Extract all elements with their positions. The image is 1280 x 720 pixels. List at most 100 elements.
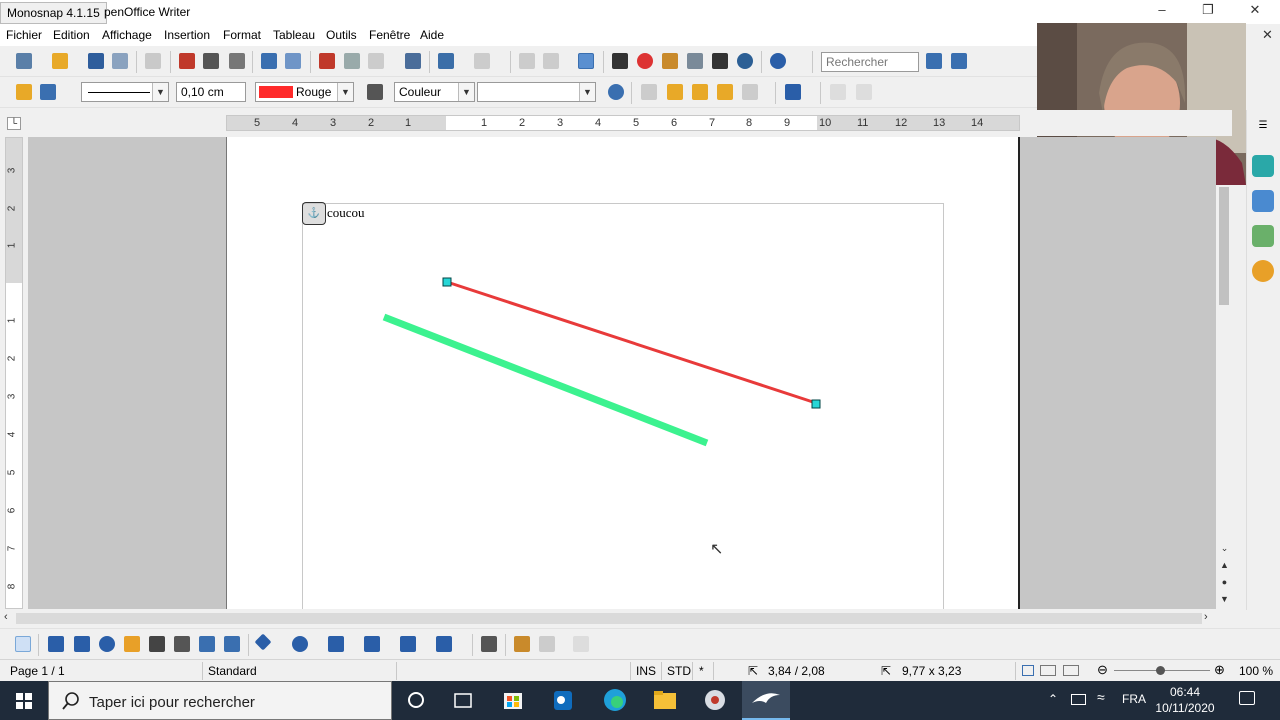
- freeform-icon[interactable]: [124, 636, 140, 652]
- spellcheck-icon[interactable]: [261, 53, 277, 69]
- menu-tableau[interactable]: Tableau: [273, 28, 315, 42]
- cut-icon[interactable]: [319, 53, 335, 69]
- selection-handle-start[interactable]: [442, 277, 452, 287]
- copy-icon[interactable]: [344, 53, 360, 69]
- anchor-icon[interactable]: [785, 84, 801, 100]
- ungroup-icon[interactable]: [856, 84, 872, 100]
- next-page-icon[interactable]: ▼: [1218, 594, 1231, 607]
- print-preview-icon[interactable]: [229, 53, 245, 69]
- flowchart-icon[interactable]: [364, 636, 380, 652]
- basic-shapes-icon[interactable]: [254, 633, 272, 651]
- store-app-icon[interactable]: [490, 685, 536, 716]
- sidebar-menu-icon[interactable]: ☰: [1252, 120, 1274, 142]
- help-icon[interactable]: [770, 53, 786, 69]
- table-icon[interactable]: [543, 53, 559, 69]
- vertical-scroll-thumb[interactable]: [1219, 187, 1229, 305]
- arrow-style-icon[interactable]: [40, 84, 56, 100]
- callout-icon[interactable]: [199, 636, 215, 652]
- new-document-icon[interactable]: [16, 53, 32, 69]
- horizontal-scroll-thumb[interactable]: [16, 613, 1202, 624]
- navigation-icon[interactable]: ●: [1218, 577, 1231, 590]
- navigator-icon[interactable]: [637, 53, 653, 69]
- menu-fenetre[interactable]: Fenêtre: [369, 28, 410, 42]
- menu-affichage[interactable]: Affichage: [102, 28, 152, 42]
- clock[interactable]: 06:44 10/11/2020: [1150, 684, 1220, 716]
- auto-spellcheck-icon[interactable]: [285, 53, 301, 69]
- red-line-shape[interactable]: [446, 280, 817, 405]
- extrusion-icon[interactable]: [573, 636, 589, 652]
- print-icon[interactable]: [203, 53, 219, 69]
- notifications-icon[interactable]: [1239, 691, 1255, 705]
- gallery-icon[interactable]: [662, 53, 678, 69]
- email-icon[interactable]: [112, 53, 128, 69]
- ellipse-icon[interactable]: [99, 636, 115, 652]
- area-fill-select[interactable]: ▼: [477, 82, 596, 102]
- symbol-shapes-icon[interactable]: [292, 636, 308, 652]
- hyperlink-icon[interactable]: [519, 53, 535, 69]
- wrap-page-icon[interactable]: [667, 84, 683, 100]
- rectangle-icon[interactable]: [74, 636, 90, 652]
- alignment-icon[interactable]: [742, 84, 758, 100]
- gallery-panel-icon[interactable]: [1252, 225, 1274, 247]
- save-icon[interactable]: [88, 53, 104, 69]
- outlook-app-icon[interactable]: [540, 685, 586, 716]
- formatting-marks-icon[interactable]: [712, 53, 728, 69]
- send-to-back-icon[interactable]: [717, 84, 733, 100]
- area-style-select[interactable]: Couleur ▼: [394, 82, 475, 102]
- scroll-down-icon[interactable]: ⌄: [1218, 543, 1231, 556]
- find-input[interactable]: Rechercher: [821, 52, 919, 72]
- line-width-input[interactable]: 0,10 cm: [176, 82, 246, 102]
- close-document-button[interactable]: ✕: [1262, 27, 1273, 43]
- wrap-off-icon[interactable]: [641, 84, 657, 100]
- paste-icon[interactable]: [368, 53, 384, 69]
- rotate-icon[interactable]: [608, 84, 624, 100]
- book-view-icon[interactable]: [1063, 665, 1079, 676]
- insert-mode[interactable]: INS: [636, 664, 656, 678]
- vertical-callout-icon[interactable]: [224, 636, 240, 652]
- zoom-in-icon[interactable]: ⊕: [1214, 662, 1225, 678]
- undo-icon[interactable]: [438, 53, 454, 69]
- taskbar-search[interactable]: Taper ici pour rechercher: [48, 681, 392, 720]
- zoom-out-icon[interactable]: ⊖: [1097, 662, 1108, 678]
- dimension-icon[interactable]: [174, 636, 190, 652]
- fontwork-icon[interactable]: [539, 636, 555, 652]
- cortana-icon[interactable]: [393, 685, 439, 716]
- zoom-level[interactable]: 100 %: [1239, 664, 1273, 678]
- find-next-icon[interactable]: [926, 53, 942, 69]
- bring-to-front-icon[interactable]: [692, 84, 708, 100]
- green-line-shape[interactable]: [382, 313, 709, 447]
- from-file-icon[interactable]: [514, 636, 530, 652]
- battery-icon[interactable]: [1071, 694, 1086, 705]
- stars-icon[interactable]: [436, 636, 452, 652]
- tab-stop-icon[interactable]: └: [7, 117, 21, 130]
- menu-edition[interactable]: Edition: [53, 28, 90, 42]
- callouts-icon[interactable]: [400, 636, 416, 652]
- wifi-icon[interactable]: ≈: [1097, 689, 1105, 705]
- styles-icon[interactable]: [1252, 190, 1274, 212]
- line-tool-icon[interactable]: [48, 636, 64, 652]
- select-icon[interactable]: [15, 636, 31, 652]
- selection-mode[interactable]: STD: [667, 664, 691, 678]
- navigator-panel-icon[interactable]: [1252, 260, 1274, 282]
- scroll-right-icon[interactable]: ›: [1204, 611, 1208, 623]
- task-view-icon[interactable]: [440, 685, 486, 716]
- zoom-icon[interactable]: [737, 53, 753, 69]
- data-sources-icon[interactable]: [687, 53, 703, 69]
- monosnap-app-icon[interactable]: [692, 685, 738, 716]
- menu-format[interactable]: Format: [223, 28, 261, 42]
- close-window-button[interactable]: ✕: [1235, 2, 1275, 22]
- export-pdf-icon[interactable]: [179, 53, 195, 69]
- vertical-ruler[interactable]: 3 2 1 1 2 3 4 5 6 7 8: [5, 137, 23, 609]
- vertical-scrollbar[interactable]: ⌄ ▲ ● ▼: [1216, 185, 1233, 609]
- open-icon[interactable]: [52, 53, 68, 69]
- openoffice-taskbar-button[interactable]: [742, 681, 790, 720]
- edit-mode-icon[interactable]: [145, 53, 161, 69]
- minimize-button[interactable]: –: [1142, 2, 1182, 22]
- line-style-select[interactable]: ▼: [81, 82, 169, 102]
- edge-app-icon[interactable]: [592, 685, 638, 716]
- selection-handle-end[interactable]: [811, 399, 821, 409]
- redo-icon[interactable]: [474, 53, 490, 69]
- file-explorer-icon[interactable]: [642, 685, 688, 716]
- menu-aide[interactable]: Aide: [420, 28, 444, 42]
- group-icon[interactable]: [830, 84, 846, 100]
